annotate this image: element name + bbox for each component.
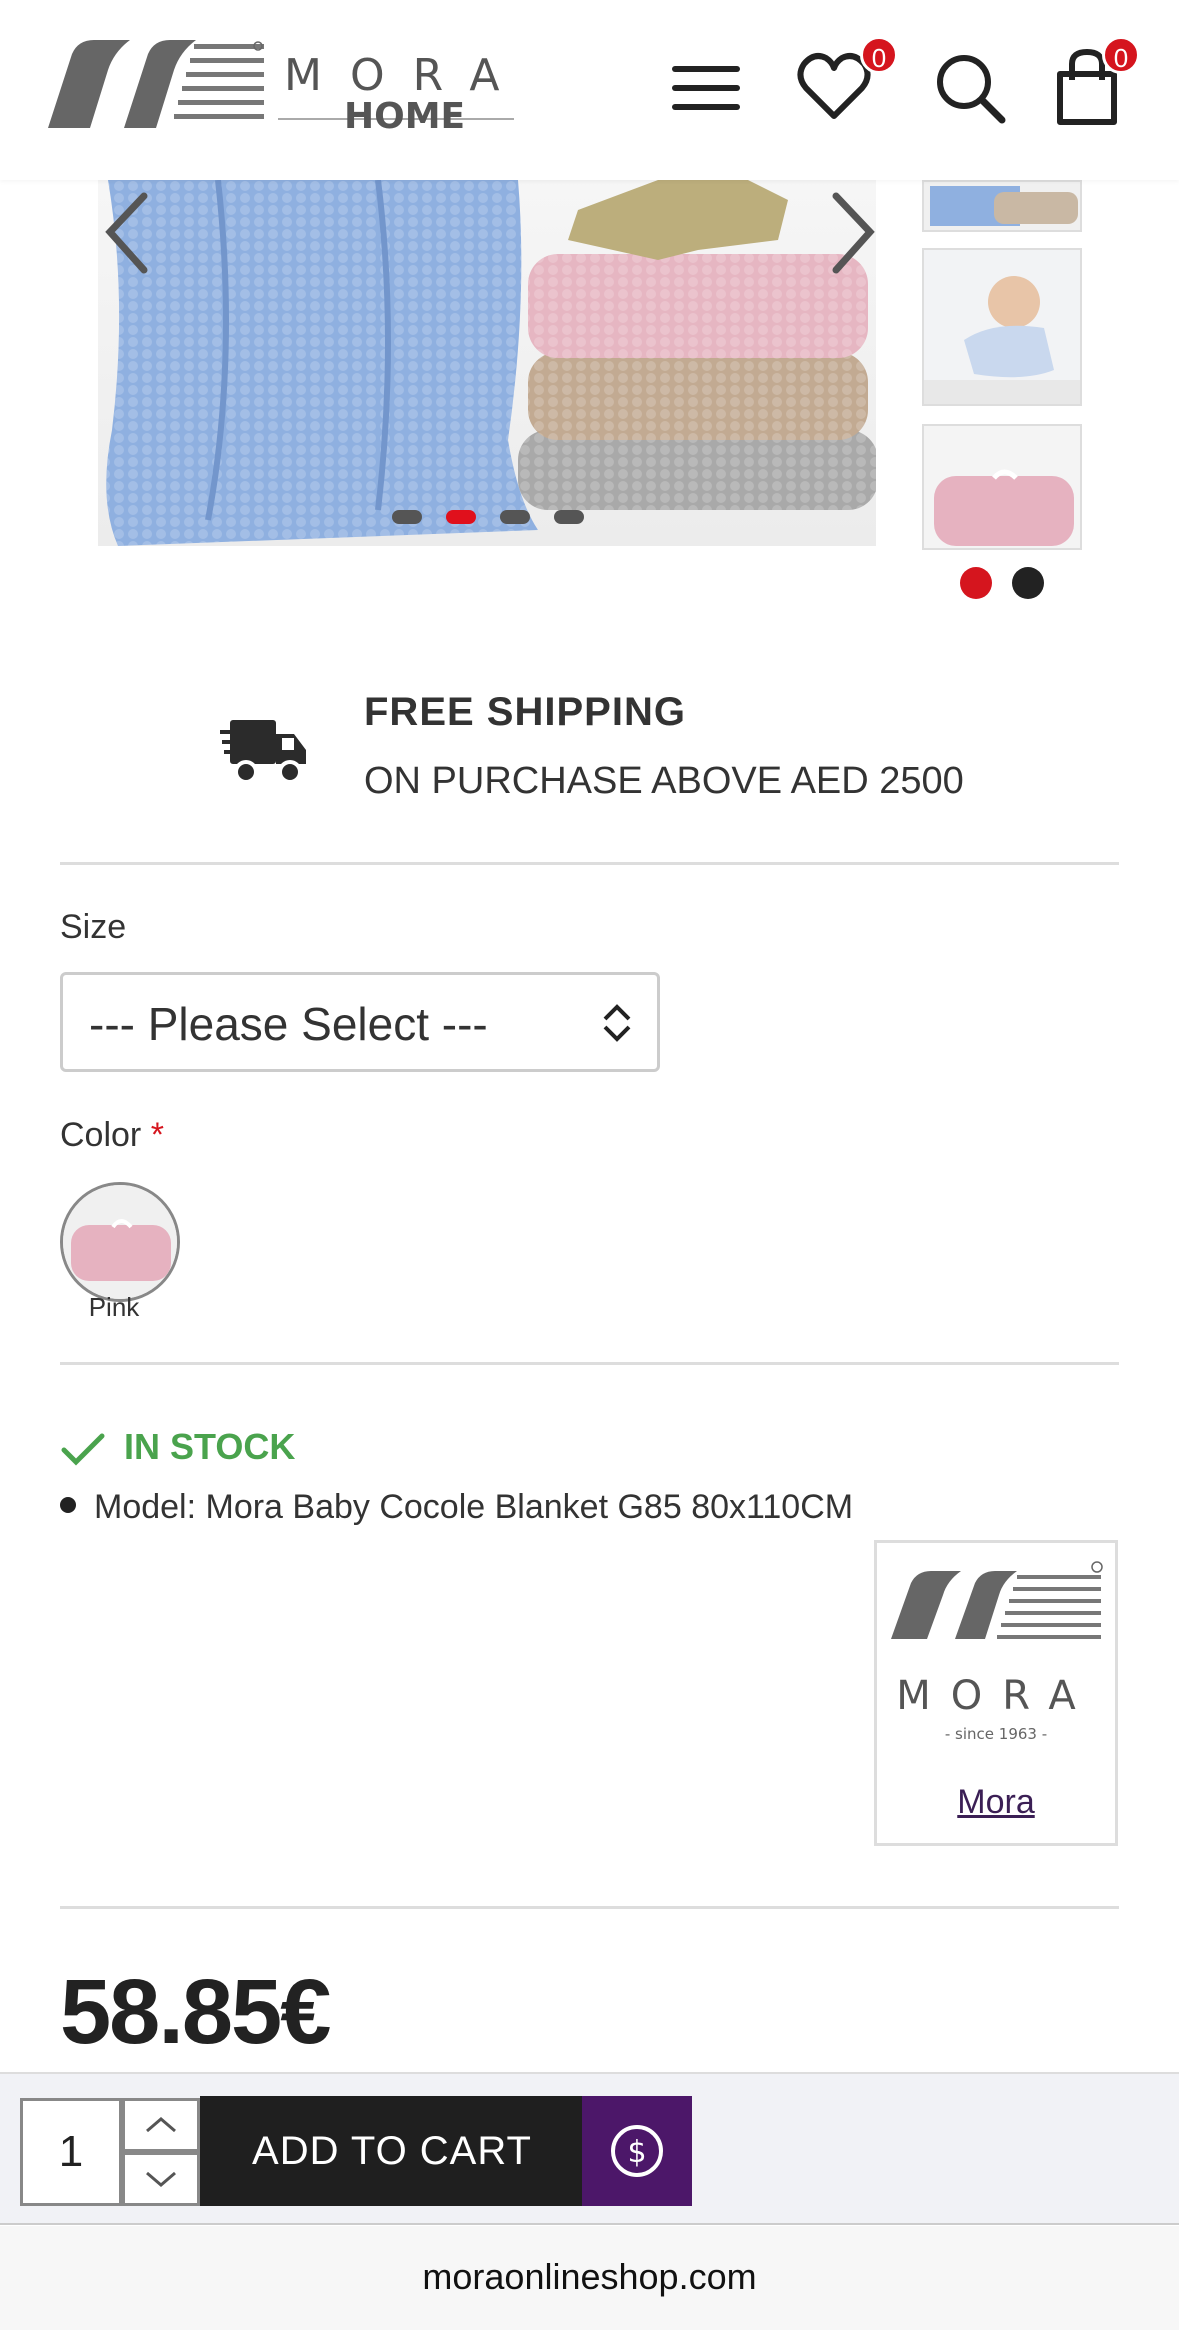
check-icon bbox=[61, 1433, 105, 1466]
logo-brand-text: MORA bbox=[284, 50, 528, 101]
mora-home-logo[interactable]: MORA HOME bbox=[44, 40, 520, 140]
required-asterisk: * bbox=[150, 1116, 164, 1154]
logo-sub-text: HOME bbox=[344, 96, 466, 137]
section-divider bbox=[60, 1906, 1119, 1909]
mora-brand-logo[interactable]: MORA - since 1963 - bbox=[877, 1543, 1115, 1743]
bullet-icon bbox=[60, 1497, 76, 1514]
gallery-dot[interactable] bbox=[392, 510, 422, 524]
size-select-value: --- Please Select --- bbox=[89, 998, 488, 1050]
color-swatch-pink[interactable] bbox=[60, 1182, 180, 1302]
chevron-up-icon bbox=[146, 2117, 176, 2133]
quantity-increase-button[interactable] bbox=[122, 2098, 200, 2152]
gallery-prev-arrow[interactable] bbox=[92, 180, 162, 290]
add-to-cart-button[interactable]: ADD TO CART bbox=[200, 2096, 584, 2206]
product-price: 58.85€ bbox=[60, 1961, 331, 2063]
section-divider bbox=[60, 1362, 1119, 1365]
buy-now-button[interactable]: $ bbox=[582, 2096, 692, 2206]
truck-icon bbox=[220, 720, 306, 784]
color-label-text: Color bbox=[60, 1116, 142, 1154]
shipping-title: FREE SHIPPING bbox=[364, 690, 686, 734]
chevron-right-icon bbox=[832, 192, 875, 274]
section-divider bbox=[60, 862, 1119, 865]
wishlist-count-badge: 0 bbox=[860, 36, 898, 74]
thumbnail-blankets[interactable] bbox=[922, 180, 1082, 232]
gallery-pagination bbox=[392, 510, 584, 524]
chevron-left-icon bbox=[105, 192, 148, 274]
gallery-dot[interactable] bbox=[554, 510, 584, 524]
gallery-next-arrow[interactable] bbox=[818, 180, 888, 290]
color-swatch-label: Pink bbox=[88, 1292, 140, 1322]
shipping-subtitle: ON PURCHASE ABOVE AED 2500 bbox=[364, 760, 964, 802]
model-text: Model: Mora Baby Cocole Blanket G85 80x1… bbox=[94, 1488, 854, 1526]
quantity-decrease-button[interactable] bbox=[122, 2152, 200, 2206]
brand-logo-word: MORA bbox=[896, 1673, 1096, 1719]
gallery-dot[interactable] bbox=[500, 510, 530, 524]
url-text: moraonlineshop.com bbox=[422, 2256, 757, 2297]
thumb-dot-active[interactable] bbox=[960, 567, 992, 599]
size-label: Size bbox=[60, 908, 127, 946]
brand-link[interactable]: Mora bbox=[877, 1783, 1115, 1822]
cart-count-badge: 0 bbox=[1102, 36, 1140, 74]
model-info: Model: Mora Baby Cocole Blanket G85 80x1… bbox=[60, 1488, 853, 1527]
size-select[interactable]: --- Please Select --- bbox=[60, 972, 660, 1072]
chevron-down-icon bbox=[146, 2171, 176, 2187]
dollar-circle-icon: $ bbox=[611, 2125, 663, 2177]
product-main-image[interactable] bbox=[98, 180, 876, 546]
mora-logo-mark-icon bbox=[48, 40, 264, 128]
gallery-dot-active[interactable] bbox=[446, 510, 476, 524]
color-label: Color * bbox=[60, 1116, 164, 1155]
brand-logo-since: - since 1963 - bbox=[945, 1725, 1047, 1743]
menu-icon[interactable] bbox=[666, 48, 746, 128]
svg-text:$: $ bbox=[627, 2135, 646, 2170]
add-to-cart-bar: 1 ADD TO CART $ bbox=[0, 2072, 1179, 2225]
stock-status-text: IN STOCK bbox=[124, 1426, 296, 1467]
brand-card: MORA - since 1963 - Mora bbox=[874, 1540, 1118, 1846]
cart-button[interactable]: 0 bbox=[1052, 36, 1140, 128]
thumbnail-baby[interactable] bbox=[922, 248, 1082, 406]
search-icon[interactable] bbox=[930, 48, 1010, 128]
thumb-dot[interactable] bbox=[1012, 567, 1044, 599]
site-header: MORA HOME 0 0 bbox=[0, 0, 1179, 180]
browser-url-bar[interactable]: moraonlineshop.com bbox=[0, 2226, 1179, 2330]
thumbnail-pagination bbox=[960, 567, 1044, 599]
select-updown-icon bbox=[603, 1004, 631, 1042]
free-shipping-banner: FREE SHIPPING ON PURCHASE ABOVE AED 2500 bbox=[220, 686, 1020, 826]
product-gallery bbox=[0, 180, 1179, 620]
wishlist-button[interactable]: 0 bbox=[796, 36, 898, 128]
quantity-input[interactable]: 1 bbox=[20, 2098, 122, 2206]
thumbnail-pink-blanket[interactable] bbox=[922, 424, 1082, 550]
